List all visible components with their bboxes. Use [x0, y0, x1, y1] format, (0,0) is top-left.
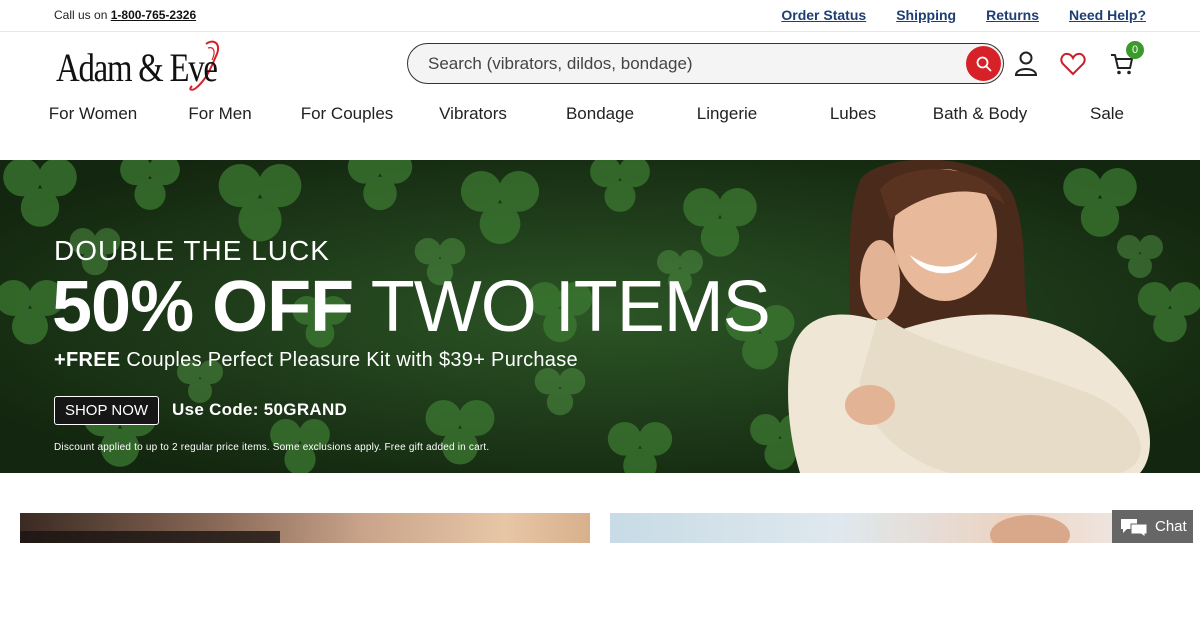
search-bar — [407, 43, 1004, 84]
call-us-text: Call us on 1-800-765-2326 — [54, 8, 196, 22]
shop-now-button[interactable]: SHOP NOW — [54, 396, 159, 425]
nav-item-lubes[interactable]: Lubes — [830, 104, 876, 124]
hero-kicker: DOUBLE THE LUCK — [54, 235, 330, 266]
nav-item-for-couples[interactable]: For Couples — [301, 104, 394, 124]
category-tile-left[interactable] — [20, 513, 590, 543]
hero-title-bold: 50% OFF — [52, 267, 354, 347]
search-button[interactable] — [966, 46, 1001, 81]
returns-link[interactable]: Returns — [986, 7, 1039, 23]
utility-links: Order Status Shipping Returns Need Help? — [781, 7, 1146, 23]
site-logo[interactable]: Adam & Eve — [56, 38, 226, 94]
category-tile-image — [610, 513, 1180, 543]
hero-banner[interactable]: DOUBLE THE LUCK 50% OFF TWO ITEMS +FREE … — [0, 160, 1200, 473]
nav-item-bondage[interactable]: Bondage — [566, 104, 634, 124]
category-tile-right[interactable] — [610, 513, 1180, 543]
hero-title: 50% OFF TWO ITEMS — [52, 267, 771, 347]
nav-item-for-women[interactable]: For Women — [49, 104, 138, 124]
nav-item-vibrators[interactable]: Vibrators — [439, 104, 507, 124]
promo-code: Use Code: 50GRAND — [172, 400, 348, 419]
cart-count-badge: 0 — [1126, 41, 1144, 59]
nav-item-for-men[interactable]: For Men — [188, 104, 251, 124]
need-help-link[interactable]: Need Help? — [1069, 7, 1146, 23]
utility-bar: Call us on 1-800-765-2326 Order Status S… — [0, 0, 1200, 32]
hero-subtitle: +FREE Couples Perfect Pleasure Kit with … — [54, 349, 578, 372]
chat-button[interactable]: Chat — [1112, 510, 1193, 543]
call-us-label: Call us on — [54, 8, 108, 22]
hero-disclaimer: Discount applied to up to 2 regular pric… — [54, 442, 490, 453]
account-button[interactable] — [1012, 50, 1040, 78]
nav-item-sale[interactable]: Sale — [1090, 104, 1124, 124]
logo-wordmark: Adam & Eve — [56, 45, 218, 90]
category-tile-image — [20, 513, 590, 543]
nav-item-bath-body[interactable]: Bath & Body — [933, 104, 1028, 124]
order-status-link[interactable]: Order Status — [781, 7, 866, 23]
chat-label: Chat — [1155, 518, 1187, 535]
hero-title-light: TWO ITEMS — [370, 267, 771, 347]
search-icon — [976, 56, 991, 71]
phone-link[interactable]: 1-800-765-2326 — [111, 8, 196, 22]
main-nav: For Women For Men For Couples Vibrators … — [0, 104, 1200, 128]
wishlist-button[interactable] — [1059, 50, 1087, 78]
hero-subtitle-bold: +FREE — [54, 349, 121, 371]
hero-subtitle-text: Couples Perfect Pleasure Kit with $39+ P… — [126, 349, 578, 371]
heart-icon — [1060, 52, 1086, 76]
shipping-link[interactable]: Shipping — [896, 7, 956, 23]
account-icon — [1014, 51, 1038, 76]
chat-bubble-icon — [1121, 518, 1148, 538]
nav-item-lingerie[interactable]: Lingerie — [697, 104, 758, 124]
search-input[interactable] — [428, 53, 948, 75]
